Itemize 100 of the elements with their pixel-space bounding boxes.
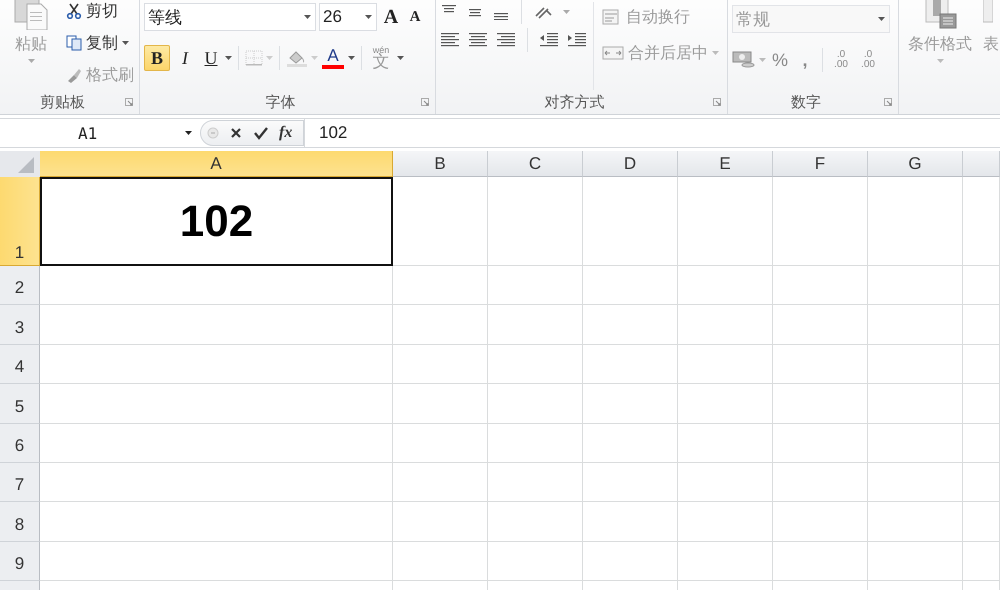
name-box[interactable]: A1 [0, 119, 200, 147]
empty-cell[interactable] [583, 177, 678, 266]
align-right-icon[interactable] [496, 32, 516, 48]
empty-cell[interactable] [488, 502, 583, 542]
cell-value[interactable]: 102 [40, 177, 393, 266]
column-header[interactable]: A [40, 151, 393, 177]
empty-cell[interactable] [488, 177, 583, 266]
empty-cell[interactable] [868, 542, 963, 582]
empty-cell[interactable] [583, 266, 678, 306]
dialog-launcher-icon[interactable] [884, 98, 892, 106]
select-all-icon[interactable] [0, 151, 40, 177]
empty-cell[interactable] [963, 344, 1000, 384]
empty-cell[interactable] [678, 502, 773, 542]
empty-cell[interactable] [963, 384, 1000, 424]
empty-cell[interactable] [963, 266, 1000, 306]
empty-cell[interactable] [773, 344, 868, 384]
caret-icon[interactable] [185, 131, 192, 135]
row-header[interactable]: 9 [0, 542, 40, 582]
shrink-font-button[interactable]: A [405, 4, 425, 30]
dialog-launcher-icon[interactable] [125, 98, 133, 106]
italic-button[interactable]: I [173, 45, 197, 71]
empty-cell[interactable] [583, 384, 678, 424]
empty-cell[interactable] [488, 542, 583, 582]
empty-cell[interactable] [488, 344, 583, 384]
empty-cell[interactable] [393, 305, 488, 345]
empty-cell[interactable] [678, 424, 773, 463]
dialog-launcher-icon[interactable] [421, 98, 429, 106]
column-header[interactable] [963, 151, 1000, 177]
cancel-icon[interactable] [229, 126, 243, 140]
empty-cell[interactable] [963, 305, 1000, 345]
empty-cell[interactable] [773, 502, 868, 542]
empty-cell[interactable] [393, 542, 488, 582]
empty-cell[interactable] [678, 542, 773, 582]
empty-cell[interactable] [393, 266, 488, 306]
empty-cell[interactable] [393, 424, 488, 463]
dialog-launcher-icon[interactable] [713, 98, 721, 106]
empty-cell[interactable] [963, 542, 1000, 582]
caret-icon[interactable] [304, 15, 311, 19]
empty-cell[interactable] [773, 384, 868, 424]
empty-cell[interactable] [678, 384, 773, 424]
copy-button[interactable]: 复制 [66, 32, 134, 54]
empty-cell[interactable] [868, 424, 963, 463]
underline-button[interactable]: U [200, 45, 222, 71]
caret-icon[interactable] [225, 56, 232, 60]
row-header[interactable]: 8 [0, 502, 40, 542]
empty-cell[interactable] [963, 424, 1000, 463]
empty-cell[interactable] [773, 305, 868, 345]
empty-cell[interactable] [488, 305, 583, 345]
row-header[interactable]: 2 [0, 266, 40, 306]
empty-cell[interactable] [773, 542, 868, 582]
empty-cell[interactable] [773, 177, 868, 266]
decrease-indent-icon[interactable] [539, 32, 559, 48]
row-header[interactable]: 6 [0, 424, 40, 463]
empty-cell[interactable] [488, 266, 583, 306]
font-size-field[interactable]: 26 [319, 3, 377, 31]
cut-button[interactable]: 剪切 [66, 0, 134, 22]
empty-cell[interactable] [583, 502, 678, 542]
column-header[interactable]: D [583, 151, 678, 177]
column-header[interactable]: E [678, 151, 773, 177]
empty-cell[interactable] [583, 305, 678, 345]
column-header[interactable]: G [868, 151, 963, 177]
row-header[interactable]: 3 [0, 305, 40, 345]
column-header[interactable]: C [488, 151, 583, 177]
row-header[interactable]: 5 [0, 384, 40, 424]
empty-cell[interactable] [393, 344, 488, 384]
empty-cell[interactable] [393, 384, 488, 424]
empty-cell[interactable] [868, 266, 963, 306]
row-header[interactable]: 4 [0, 344, 40, 384]
empty-cell[interactable] [963, 502, 1000, 542]
align-center-icon[interactable] [468, 32, 488, 48]
bold-button[interactable]: B [144, 45, 170, 71]
caret-icon[interactable] [397, 56, 404, 60]
empty-cell[interactable] [868, 305, 963, 345]
align-left-icon[interactable] [440, 32, 460, 48]
empty-cell[interactable] [773, 266, 868, 306]
empty-cell[interactable] [678, 305, 773, 345]
empty-cell[interactable] [678, 344, 773, 384]
empty-cell[interactable] [678, 177, 773, 266]
empty-cell[interactable] [583, 424, 678, 463]
font-name-field[interactable]: 等线 [144, 3, 316, 31]
empty-cell[interactable] [583, 344, 678, 384]
increase-indent-icon[interactable] [567, 32, 587, 48]
handle-icon[interactable] [207, 127, 219, 139]
insert-function-button[interactable]: fx [279, 124, 292, 142]
row-header[interactable]: 1 [0, 177, 40, 266]
caret-icon[interactable] [365, 15, 372, 19]
caret-icon[interactable] [348, 56, 355, 60]
grow-font-button[interactable]: A [380, 4, 402, 30]
empty-cell[interactable] [773, 424, 868, 463]
enter-icon[interactable] [253, 126, 269, 140]
empty-cell[interactable] [773, 462, 868, 502]
empty-cell[interactable] [393, 502, 488, 542]
empty-cell[interactable] [868, 384, 963, 424]
formula-input[interactable]: 102 [304, 119, 1000, 147]
empty-cell[interactable] [393, 462, 488, 502]
empty-cell[interactable] [963, 462, 1000, 502]
empty-cell[interactable] [678, 462, 773, 502]
empty-cell[interactable] [583, 542, 678, 582]
empty-cell[interactable] [488, 462, 583, 502]
caret-icon[interactable] [122, 41, 129, 45]
